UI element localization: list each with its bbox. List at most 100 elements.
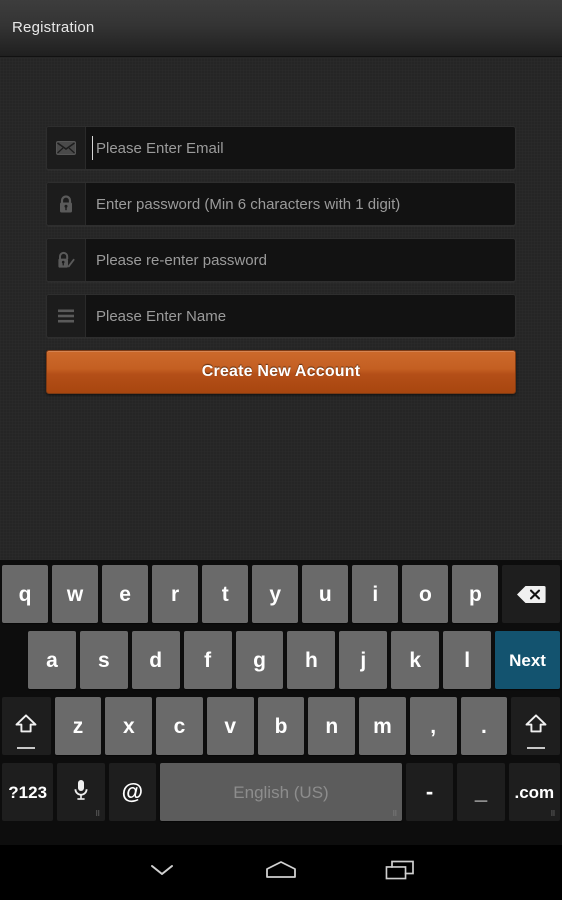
key-label: ?123 — [8, 782, 48, 802]
email-field[interactable]: Please Enter Email — [46, 126, 516, 170]
key-c[interactable]: c — [156, 697, 203, 755]
key-label: w — [66, 582, 84, 606]
keyboard-row-3: z x c v b n m , . — [0, 697, 562, 763]
text-caret — [92, 136, 93, 160]
key-label: c — [173, 714, 186, 738]
key-r[interactable]: r — [152, 565, 199, 623]
name-field[interactable]: Please Enter Name — [46, 294, 516, 338]
recent-apps-button[interactable] — [345, 845, 455, 900]
name-placeholder: Please Enter Name — [96, 307, 227, 325]
name-input-wrap[interactable]: Please Enter Name — [86, 295, 515, 337]
confirm-password-input-wrap[interactable]: Please re-enter password — [86, 239, 515, 281]
key-e[interactable]: e — [102, 565, 149, 623]
app-screen: Registration Please Enter Email Enter pa… — [0, 0, 562, 900]
key-u[interactable]: u — [302, 565, 349, 623]
key-z[interactable]: z — [54, 697, 102, 755]
key-label: r — [171, 582, 180, 606]
key-label: i — [372, 582, 379, 606]
create-new-account-button[interactable]: Create New Account — [46, 350, 516, 394]
key-label: j — [360, 648, 367, 672]
key-p[interactable]: p — [452, 565, 499, 623]
password-input-wrap[interactable]: Enter password (Min 6 characters with 1 … — [86, 183, 515, 225]
title-bar: Registration — [0, 0, 562, 57]
create-new-account-label: Create New Account — [201, 363, 361, 380]
key-label: d — [149, 648, 163, 672]
recent-apps-icon — [383, 858, 417, 887]
key-label: . — [481, 714, 487, 738]
email-placeholder: Please Enter Email — [96, 139, 224, 157]
key-i[interactable]: i — [352, 565, 399, 623]
key-comma[interactable]: , — [409, 697, 457, 755]
key-microphone[interactable]: ⠿ — [57, 763, 105, 821]
password-placeholder: Enter password (Min 6 characters with 1 … — [96, 195, 401, 213]
shift-underline — [17, 747, 36, 749]
key-label: m — [373, 714, 392, 738]
key-label: a — [46, 648, 58, 672]
system-navigation-bar — [0, 845, 562, 900]
shift-underline — [526, 747, 545, 749]
key-g[interactable]: g — [235, 631, 284, 689]
key-symbols[interactable]: ?123 — [2, 763, 54, 821]
key-label: p — [469, 582, 482, 606]
key-label: o — [418, 582, 432, 606]
key-s[interactable]: s — [79, 631, 128, 689]
key-hint-dots: ⠿ — [95, 811, 101, 818]
key-next-enter[interactable]: Next — [495, 631, 560, 689]
page-title: Registration — [12, 19, 95, 36]
microphone-icon — [72, 778, 90, 807]
key-spacebar[interactable]: English (US) ⠿ — [160, 763, 402, 821]
key-dotcom[interactable]: .com ⠿ — [508, 763, 560, 821]
key-label: @ — [121, 779, 144, 804]
hide-keyboard-button[interactable] — [107, 845, 217, 900]
key-k[interactable]: k — [391, 631, 440, 689]
key-b[interactable]: b — [257, 697, 305, 755]
key-label: _ — [474, 779, 488, 804]
key-o[interactable]: o — [402, 565, 449, 623]
key-t[interactable]: t — [202, 565, 249, 623]
key-hint-dots: ⠿ — [550, 811, 556, 818]
key-j[interactable]: j — [339, 631, 388, 689]
key-h[interactable]: h — [287, 631, 336, 689]
email-input-wrap[interactable]: Please Enter Email — [86, 127, 515, 169]
key-label: e — [119, 582, 131, 606]
confirm-password-placeholder: Please re-enter password — [96, 251, 267, 269]
key-l[interactable]: l — [443, 631, 492, 689]
key-n[interactable]: n — [308, 697, 356, 755]
keyboard-row-4: ?123 ⠿ @ English (US) ⠿ - _ .com ⠿ — [0, 763, 562, 829]
key-a[interactable]: a — [27, 631, 76, 689]
key-label: Next — [509, 650, 546, 670]
key-shift-right[interactable] — [511, 697, 560, 755]
key-backspace[interactable] — [502, 565, 561, 623]
key-w[interactable]: w — [52, 565, 99, 623]
key-d[interactable]: d — [131, 631, 180, 689]
lock-edit-icon — [47, 239, 86, 281]
shift-icon — [524, 713, 548, 740]
key-at[interactable]: @ — [108, 763, 157, 821]
key-hyphen[interactable]: - — [405, 763, 454, 821]
key-v[interactable]: v — [206, 697, 254, 755]
password-field[interactable]: Enter password (Min 6 characters with 1 … — [46, 182, 516, 226]
key-label: u — [318, 582, 332, 606]
key-shift-left[interactable] — [2, 697, 51, 755]
key-q[interactable]: q — [1, 565, 49, 623]
key-label: .com — [514, 782, 555, 802]
backspace-icon — [516, 585, 546, 604]
confirm-password-field[interactable]: Please re-enter password — [46, 238, 516, 282]
onscreen-keyboard: q w e r t y u i o p a s d f g h j k l Ne… — [0, 560, 562, 845]
key-period[interactable]: . — [460, 697, 508, 755]
key-label: x — [122, 714, 135, 738]
key-label: , — [430, 714, 437, 738]
home-button[interactable] — [226, 845, 336, 900]
key-label: v — [224, 714, 237, 738]
registration-content: Please Enter Email Enter password (Min 6… — [0, 58, 562, 560]
key-label: f — [204, 648, 212, 672]
registration-form: Please Enter Email Enter password (Min 6… — [46, 126, 516, 394]
key-m[interactable]: m — [359, 697, 406, 755]
key-y[interactable]: y — [252, 565, 299, 623]
key-x[interactable]: x — [105, 697, 153, 755]
key-label: q — [18, 582, 32, 606]
key-underscore[interactable]: _ — [457, 763, 505, 821]
keyboard-row-2: a s d f g h j k l Next — [0, 631, 562, 697]
key-f[interactable]: f — [183, 631, 232, 689]
key-label: l — [464, 648, 471, 672]
